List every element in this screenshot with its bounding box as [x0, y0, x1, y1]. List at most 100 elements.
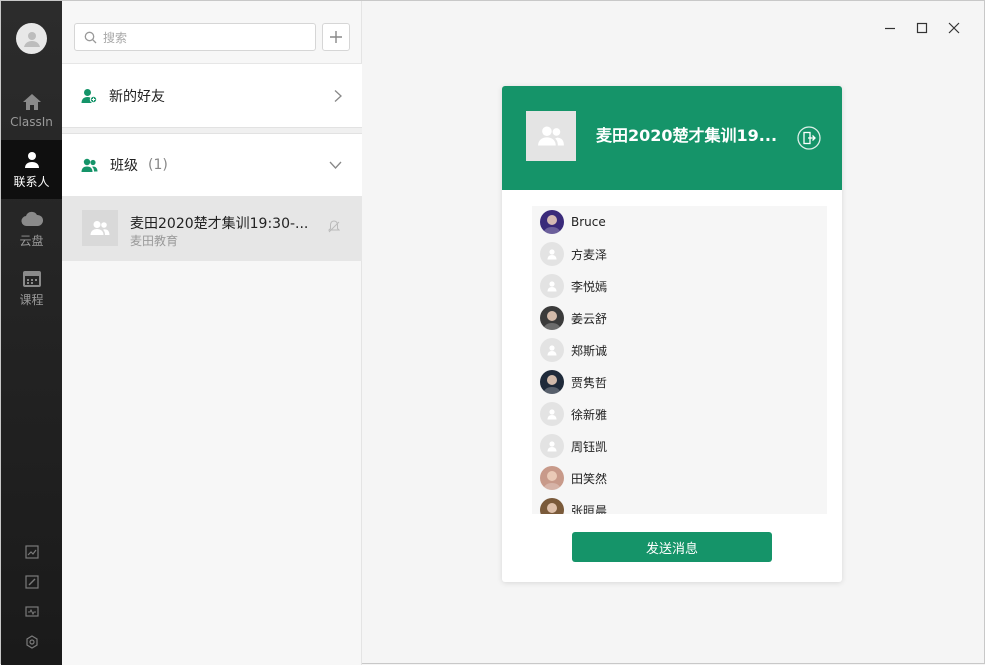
- nav-classin[interactable]: ClassIn: [1, 81, 62, 140]
- search-row: 搜索: [74, 23, 350, 51]
- nav-course[interactable]: 课程: [1, 258, 62, 317]
- photo-avatar-icon: [547, 503, 557, 513]
- member-row[interactable]: 姜云舒: [532, 302, 827, 334]
- member-name: 郑斯诚: [571, 343, 608, 358]
- maximize-button[interactable]: [911, 17, 933, 39]
- settings-tool-button[interactable]: [1, 627, 62, 657]
- default-avatar-icon: [547, 281, 557, 292]
- class-group-item[interactable]: 麦田2020楚才集训19:30-... 麦田教育: [62, 196, 362, 261]
- member-name: 徐新雅: [571, 407, 608, 422]
- member-row[interactable]: 方麦泽: [532, 238, 827, 270]
- new-friends-label: 新的好友: [109, 88, 165, 105]
- group-avatar-icon: [90, 221, 110, 235]
- new-friends-row[interactable]: 新的好友: [62, 64, 362, 127]
- minimize-icon: [885, 27, 895, 30]
- nav-classin-label: ClassIn: [10, 115, 53, 129]
- exit-group-icon[interactable]: [797, 126, 821, 150]
- member-name: 田笑然: [571, 471, 608, 486]
- group-detail-card: 麦田2020楚才集训19... Bruce 方麦泽李悦嫣姜云舒郑斯诚贾隽哲徐新雅周…: [502, 86, 842, 582]
- nav-contacts-label: 联系人: [13, 174, 50, 189]
- chevron-down-icon: [329, 161, 342, 169]
- chart-tool-button[interactable]: [1, 537, 62, 567]
- section-divider: [62, 127, 362, 134]
- class-count: (1): [148, 157, 168, 173]
- group-org: 麦田教育: [130, 234, 179, 248]
- left-rail: ClassIn 联系人 云盘 课程: [1, 1, 62, 665]
- member-avatar: [540, 402, 564, 426]
- close-button[interactable]: [943, 17, 965, 39]
- group-avatar-icon: [538, 126, 564, 146]
- member-row[interactable]: 张晅晨: [532, 494, 827, 514]
- chevron-right-icon: [334, 89, 342, 102]
- settings-icon: [25, 635, 38, 649]
- photo-avatar-icon: [543, 471, 561, 490]
- monitor-tool-button[interactable]: [1, 597, 62, 627]
- add-contact-button[interactable]: [322, 23, 350, 51]
- chart-icon: [24, 545, 39, 559]
- member-avatar: [540, 338, 564, 362]
- default-avatar-icon: [547, 249, 557, 260]
- classin-window: ClassIn 联系人 云盘 课程 搜索 新的好友 班级 (1) 麦田2020楚…: [0, 0, 985, 665]
- search-placeholder: 搜索: [103, 30, 128, 45]
- group-icon: [81, 158, 98, 172]
- member-avatar: [540, 370, 564, 394]
- photo-avatar-icon: [543, 215, 561, 234]
- member-avatar: [540, 210, 564, 234]
- card-group-avatar: [526, 111, 576, 161]
- close-icon: [948, 22, 960, 34]
- member-name: 李悦嫣: [571, 279, 608, 294]
- monitor-icon: [24, 606, 39, 617]
- member-name: 周钰凯: [571, 439, 608, 454]
- member-avatar: [540, 434, 564, 458]
- send-message-button[interactable]: 发送消息: [572, 532, 772, 562]
- calendar-icon: [22, 268, 41, 288]
- member-row[interactable]: 徐新雅: [532, 398, 827, 430]
- group-name: 麦田2020楚才集训19:30-...: [130, 216, 309, 232]
- user-icon: [23, 31, 40, 47]
- class-label: 班级: [110, 158, 138, 174]
- member-row[interactable]: 郑斯诚: [532, 334, 827, 366]
- rail-nav: ClassIn 联系人 云盘 课程: [1, 81, 62, 317]
- member-avatar: [540, 274, 564, 298]
- rail-tools: [1, 537, 62, 657]
- class-section-header[interactable]: 班级 (1): [62, 134, 362, 196]
- plus-icon: [330, 31, 342, 43]
- user-avatar[interactable]: [16, 23, 47, 54]
- contacts-icon: [24, 150, 40, 170]
- member-name: 张晅晨: [571, 503, 608, 515]
- member-name: 姜云舒: [571, 311, 608, 326]
- edit-tool-button[interactable]: [1, 567, 62, 597]
- contacts-panel: 搜索 新的好友 班级 (1) 麦田2020楚才集训19:30-... 麦田教育: [62, 1, 362, 665]
- member-name: Bruce: [571, 215, 606, 229]
- member-avatar: [540, 498, 564, 514]
- member-row[interactable]: 田笑然: [532, 462, 827, 494]
- member-name: 方麦泽: [571, 247, 608, 262]
- cloud-icon: [20, 209, 43, 229]
- member-avatar: [540, 466, 564, 490]
- member-row[interactable]: Bruce: [532, 206, 827, 238]
- add-friend-icon: [81, 88, 97, 103]
- member-row[interactable]: 李悦嫣: [532, 270, 827, 302]
- mute-icon: [328, 220, 340, 233]
- member-name: 贾隽哲: [571, 375, 608, 390]
- card-title: 麦田2020楚才集训19...: [596, 126, 778, 145]
- maximize-icon: [916, 22, 928, 34]
- search-input[interactable]: 搜索: [74, 23, 316, 51]
- default-avatar-icon: [547, 441, 557, 452]
- member-row[interactable]: 周钰凯: [532, 430, 827, 462]
- home-icon: [22, 92, 42, 112]
- minimize-button[interactable]: [879, 17, 901, 39]
- member-avatar: [540, 306, 564, 330]
- member-list[interactable]: Bruce 方麦泽李悦嫣姜云舒郑斯诚贾隽哲徐新雅周钰凯田笑然张晅晨: [532, 206, 827, 514]
- card-header: 麦田2020楚才集训19...: [502, 86, 842, 190]
- nav-cloud-label: 云盘: [19, 233, 44, 248]
- member-row[interactable]: 贾隽哲: [532, 366, 827, 398]
- nav-cloud[interactable]: 云盘: [1, 199, 62, 258]
- edit-icon: [24, 575, 39, 589]
- nav-contacts[interactable]: 联系人: [1, 140, 62, 199]
- group-avatar: [82, 210, 118, 246]
- nav-course-label: 课程: [19, 292, 44, 307]
- default-avatar-icon: [547, 345, 557, 356]
- default-avatar-icon: [547, 409, 557, 420]
- photo-avatar-icon: [543, 311, 561, 330]
